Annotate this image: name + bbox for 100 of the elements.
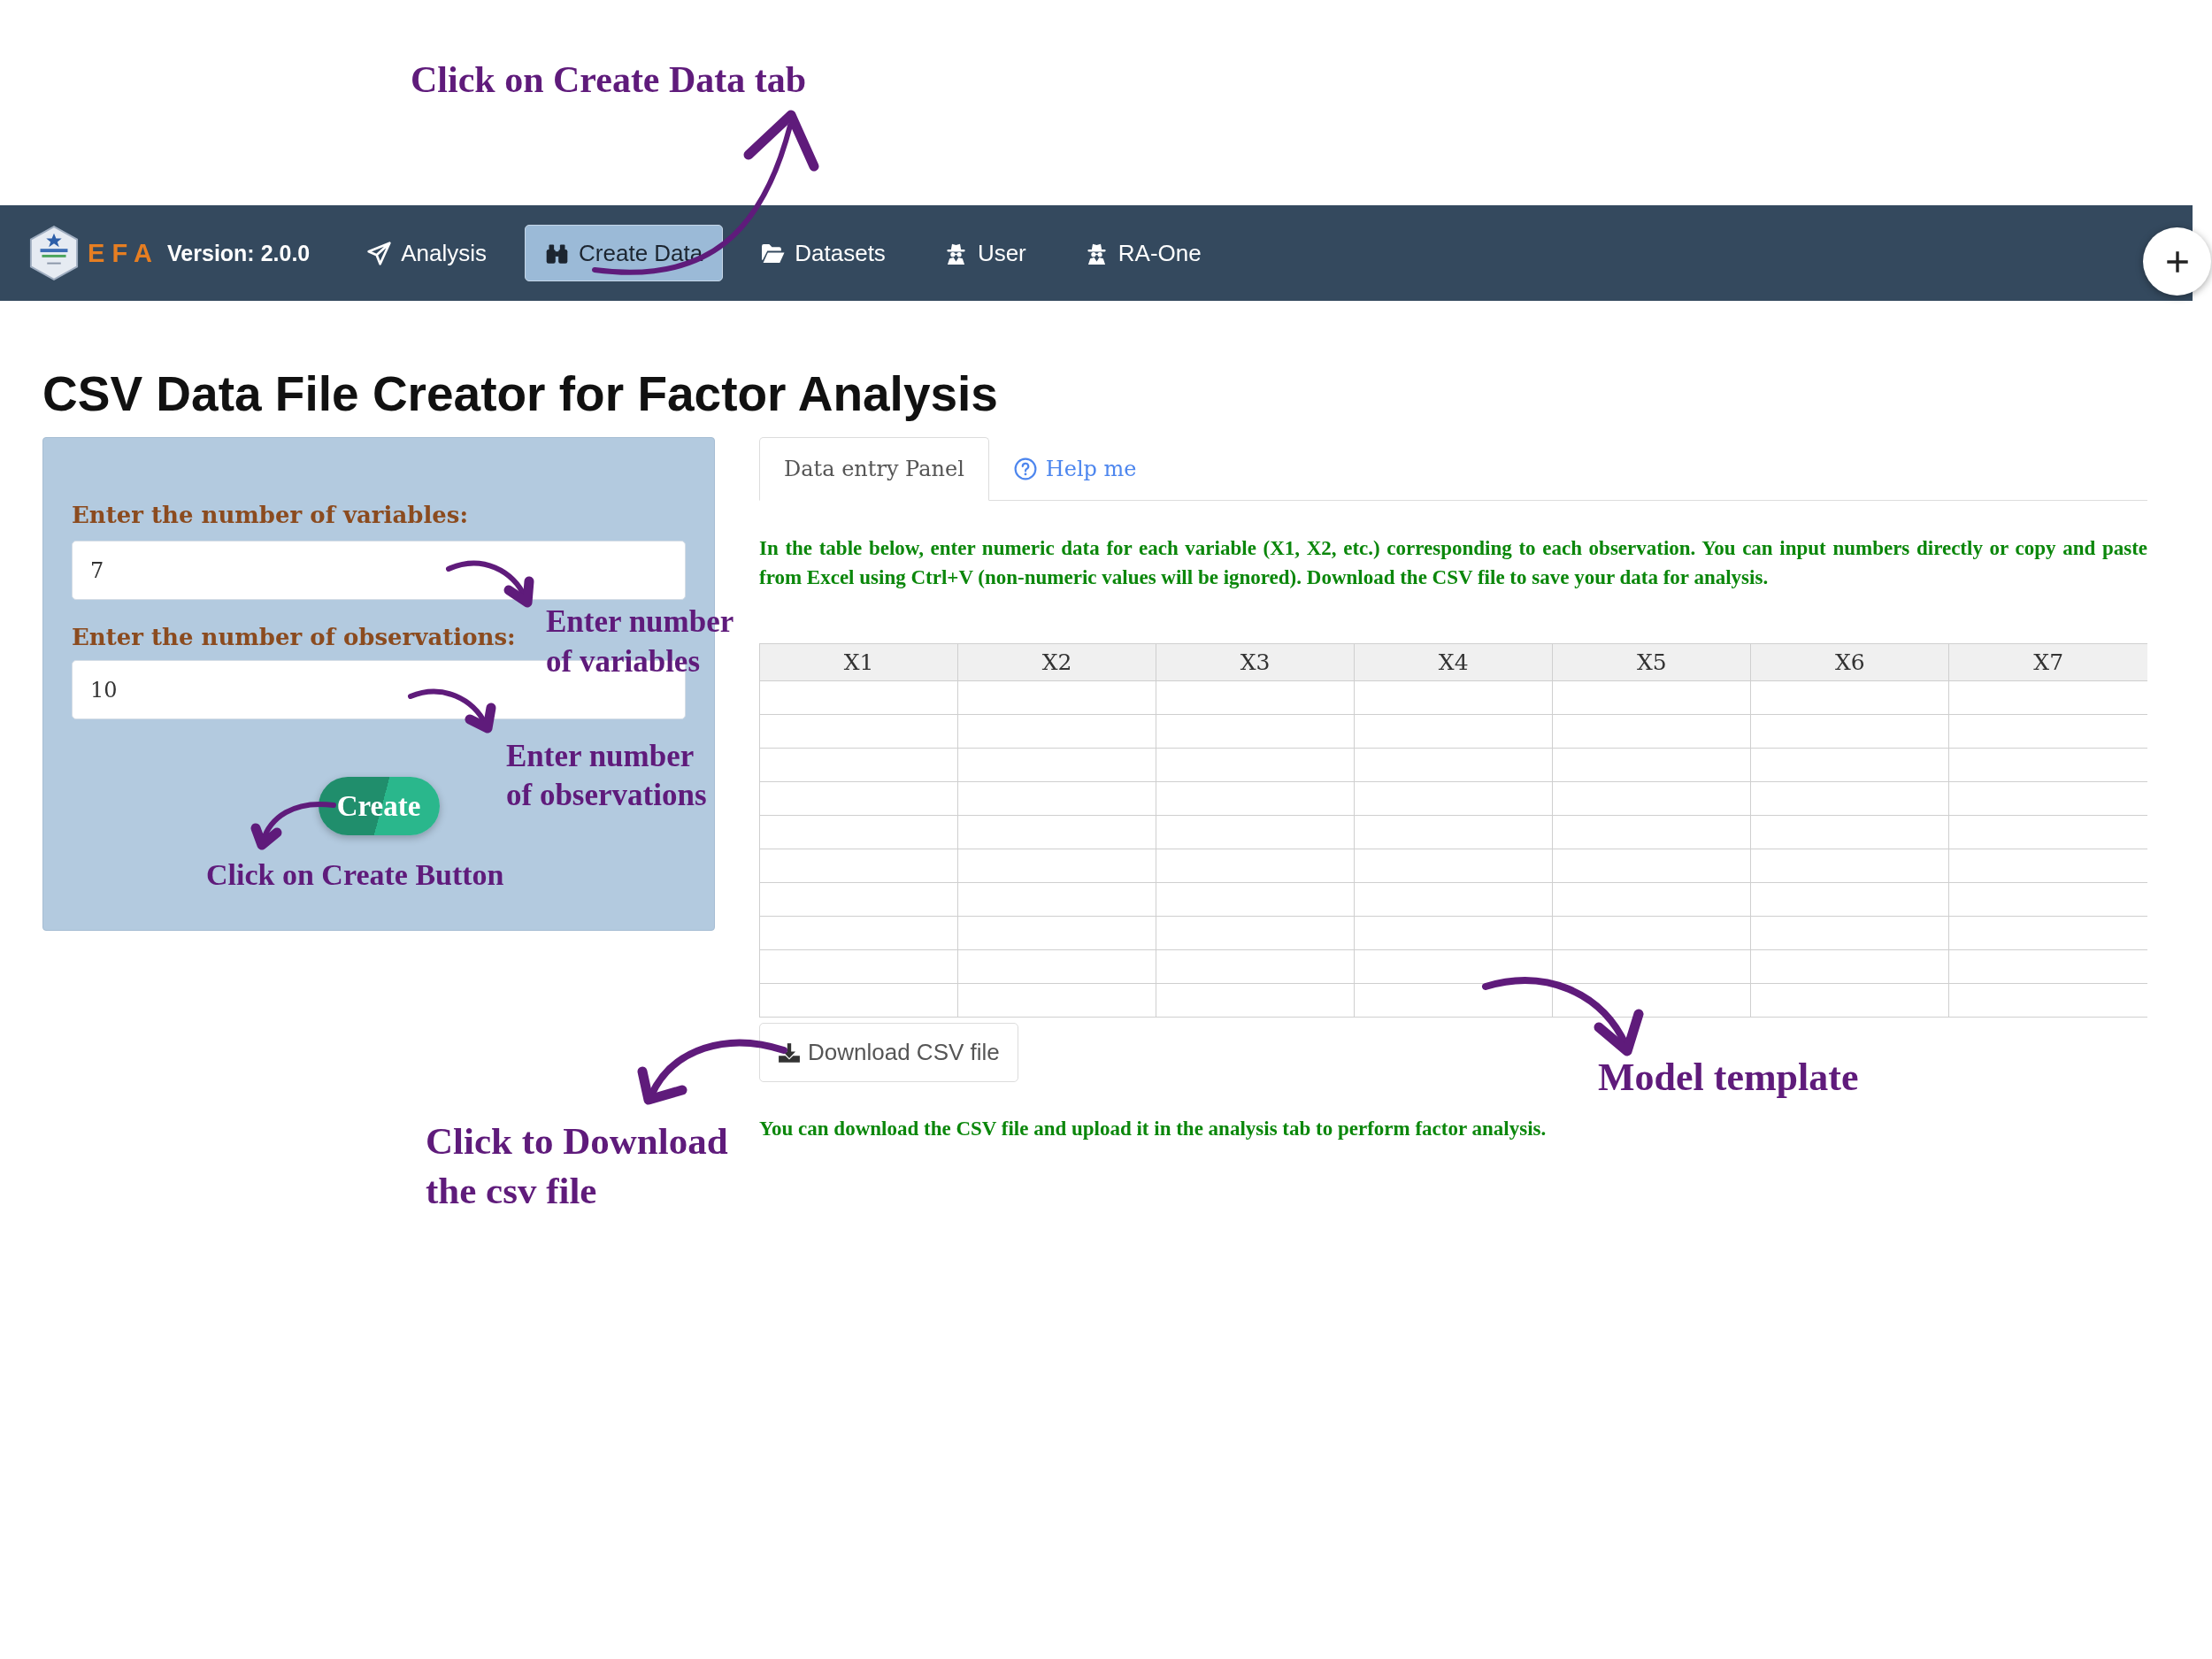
number-input[interactable]: 7: [72, 541, 686, 600]
table-cell[interactable]: [1948, 983, 2147, 1018]
table-cell[interactable]: [1552, 680, 1751, 715]
table-cell[interactable]: [759, 949, 958, 984]
table-cell[interactable]: [1156, 983, 1355, 1018]
panel-tab[interactable]: Data entry Panel: [759, 437, 989, 501]
table-cell[interactable]: [759, 680, 958, 715]
column-header: X1: [759, 643, 958, 681]
table-cell[interactable]: [759, 849, 958, 883]
table-cell[interactable]: [1948, 949, 2147, 984]
table-cell[interactable]: [957, 949, 1156, 984]
table-cell[interactable]: [1948, 748, 2147, 782]
table-cell[interactable]: [759, 748, 958, 782]
field-label: Enter the number of variables:: [72, 501, 469, 530]
table-cell[interactable]: [1156, 781, 1355, 816]
table-cell[interactable]: [1354, 916, 1553, 950]
table-cell[interactable]: [957, 916, 1156, 950]
table-cell[interactable]: [1552, 949, 1751, 984]
table-cell[interactable]: [1354, 882, 1553, 917]
table-cell[interactable]: [1750, 916, 1949, 950]
download-button[interactable]: Download CSV file: [759, 1023, 1018, 1082]
table-cell[interactable]: [1552, 849, 1751, 883]
table-cell[interactable]: [1354, 781, 1553, 816]
table-cell[interactable]: [1750, 849, 1949, 883]
table-cell[interactable]: [1552, 714, 1751, 749]
question-circle-icon: [1013, 457, 1037, 480]
table-cell[interactable]: [1156, 748, 1355, 782]
panel-tab[interactable]: Help me: [988, 437, 1162, 501]
table-cell[interactable]: [1156, 680, 1355, 715]
download-icon: [778, 1041, 801, 1064]
table-cell[interactable]: [1948, 680, 2147, 715]
annotation-label: Enter number of observations: [506, 738, 707, 814]
hexagon-logo-icon[interactable]: [28, 225, 80, 281]
table-cell[interactable]: [1354, 983, 1553, 1018]
table-cell[interactable]: [1750, 882, 1949, 917]
table-cell[interactable]: [1750, 714, 1949, 749]
create-button[interactable]: Create: [318, 777, 440, 835]
table-cell[interactable]: [957, 680, 1156, 715]
paper-plane-icon: [367, 241, 392, 265]
table-cell[interactable]: [1552, 781, 1751, 816]
nav-tab[interactable]: Datasets: [741, 225, 906, 281]
table-cell[interactable]: [957, 983, 1156, 1018]
table-cell[interactable]: [1354, 849, 1553, 883]
table-cell[interactable]: [957, 815, 1156, 849]
version-label: Version: 2.0.0: [167, 240, 311, 266]
table-cell[interactable]: [1156, 849, 1355, 883]
table-cell[interactable]: [759, 916, 958, 950]
column-header: X3: [1156, 643, 1355, 681]
table-cell[interactable]: [957, 748, 1156, 782]
plus-icon: [2165, 250, 2189, 273]
table-cell[interactable]: [1354, 714, 1553, 749]
table-cell[interactable]: [1156, 916, 1355, 950]
table-cell[interactable]: [759, 714, 958, 749]
table-cell[interactable]: [1552, 748, 1751, 782]
table-cell[interactable]: [1750, 781, 1949, 816]
column-header: X5: [1552, 643, 1751, 681]
table-cell[interactable]: [759, 815, 958, 849]
table-cell[interactable]: [1948, 714, 2147, 749]
table-cell[interactable]: [1948, 849, 2147, 883]
table-cell[interactable]: [1354, 815, 1553, 849]
table-cell[interactable]: [759, 983, 958, 1018]
table-cell[interactable]: [1552, 815, 1751, 849]
table-cell[interactable]: [957, 714, 1156, 749]
table-cell[interactable]: [1156, 882, 1355, 917]
table-cell[interactable]: [1156, 714, 1355, 749]
table-cell[interactable]: [957, 849, 1156, 883]
annotation-label: Click on Create Button: [206, 857, 504, 893]
table-cell[interactable]: [1354, 949, 1553, 984]
nav-tab[interactable]: RA-One: [1064, 225, 1222, 281]
table-cell[interactable]: [1948, 882, 2147, 917]
column-header: X6: [1750, 643, 1949, 681]
annotation-label: Model template: [1598, 1055, 1859, 1101]
table-cell[interactable]: [1354, 680, 1553, 715]
table-cell[interactable]: [1948, 781, 2147, 816]
annotation-label: Click to Download the csv file: [426, 1119, 728, 1213]
field-label: Enter the number of observations:: [72, 623, 516, 652]
column-header: X2: [957, 643, 1156, 681]
brand-name: E F A: [88, 238, 153, 268]
page-title: CSV Data File Creator for Factor Analysis: [42, 366, 999, 421]
table-cell[interactable]: [1750, 680, 1949, 715]
table-cell[interactable]: [1750, 949, 1949, 984]
table-cell[interactable]: [759, 781, 958, 816]
table-cell[interactable]: [1948, 815, 2147, 849]
table-cell[interactable]: [957, 781, 1156, 816]
table-cell[interactable]: [1750, 748, 1949, 782]
table-cell[interactable]: [1750, 983, 1949, 1018]
table-cell[interactable]: [957, 882, 1156, 917]
table-cell[interactable]: [1354, 748, 1553, 782]
nav-tab[interactable]: User: [923, 225, 1047, 281]
table-cell[interactable]: [1552, 916, 1751, 950]
table-cell[interactable]: [1156, 949, 1355, 984]
nav-tab[interactable]: Analysis: [347, 225, 508, 281]
table-cell[interactable]: [759, 882, 958, 917]
table-cell[interactable]: [1750, 815, 1949, 849]
column-header: X7: [1948, 643, 2147, 681]
table-cell[interactable]: [1948, 916, 2147, 950]
annotation-label: Click on Create Data tab: [411, 58, 807, 102]
table-cell[interactable]: [1156, 815, 1355, 849]
table-cell[interactable]: [1552, 882, 1751, 917]
instruction-text: In the table below, enter numeric data for each variable (X1, X2, etc.) corresponding to each observation. You can input numbers directly or copy and paste from Excel using Ctrl+V (non-numeric values will be ignored). Download the CSV file to save your data for analysis.: [759, 536, 2147, 590]
